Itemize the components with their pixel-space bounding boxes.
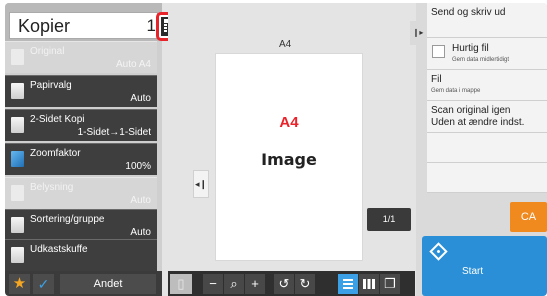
copy-count-field[interactable]: 1 bbox=[105, 16, 158, 36]
mode-title-box: Kopier 1 bbox=[9, 12, 158, 39]
menu-original-value: Auto A4 bbox=[115, 59, 151, 70]
start-button[interactable]: Start bbox=[422, 236, 547, 296]
menu-paper-select[interactable]: Papirvalg Auto bbox=[5, 75, 157, 107]
copier-screen: Kopier 1 Original Auto A4 Papirvalg Auto… bbox=[5, 3, 547, 296]
original-icon bbox=[11, 49, 24, 65]
menu-sort-label: Sortering/gruppe bbox=[30, 214, 105, 225]
mode-title: Kopier bbox=[18, 16, 71, 36]
empty-action-slot bbox=[427, 133, 547, 163]
quick-file-option[interactable]: Hurtig fil Gem data midlertidigt bbox=[427, 38, 547, 70]
send-and-print-label: Send og skriv ud bbox=[431, 7, 506, 18]
menu-duplex[interactable]: 2-Sidet Kopi 1-Sidet→1-Sidet bbox=[5, 109, 157, 141]
paper-size-label: A4 bbox=[279, 39, 292, 50]
paper-preview: A4 Image bbox=[215, 53, 363, 261]
zoom-in-icon[interactable]: + bbox=[245, 274, 265, 294]
paper-preview-size-text: A4 bbox=[279, 114, 299, 131]
list-view-icon[interactable] bbox=[338, 274, 358, 294]
rescan-line1: Scan original igen bbox=[431, 105, 511, 116]
output-tray-icon bbox=[11, 247, 24, 263]
duplex-icon bbox=[11, 117, 24, 133]
menu-exposure: Belysning Auto bbox=[5, 177, 157, 209]
menu-output-tray-label: Udkastskuffe bbox=[30, 244, 88, 255]
rescan-option[interactable]: Scan original igen Uden at ændre indst. bbox=[427, 101, 547, 133]
expand-action-panel-icon[interactable]: ❙▸ bbox=[410, 21, 426, 45]
menu-paper-select-value: Auto bbox=[130, 93, 151, 104]
title-bar: Kopier 1 bbox=[5, 3, 162, 41]
collapse-left-panel-icon[interactable]: ◂❙ bbox=[193, 170, 209, 198]
bottom-left-bar: ★ ✓ Andet bbox=[5, 271, 162, 296]
page-icon: ▯ bbox=[170, 274, 192, 294]
check-settings-button[interactable]: ✓ bbox=[33, 274, 54, 294]
file-title: Fil bbox=[431, 74, 442, 85]
menu-zoom-label: Zoomfaktor bbox=[30, 148, 81, 159]
rotate-right-icon[interactable]: ↻ bbox=[295, 274, 315, 294]
menu-original-label: Original bbox=[30, 46, 65, 57]
magnifier-icon[interactable]: ⌕ bbox=[224, 274, 244, 294]
quick-file-title: Hurtig fil bbox=[452, 43, 489, 54]
menu-exposure-label: Belysning bbox=[30, 182, 74, 193]
menu-zoom[interactable]: Zoomfaktor 100% bbox=[5, 143, 157, 175]
paper-preview-image-text: Image bbox=[261, 150, 317, 169]
sort-icon bbox=[11, 217, 24, 233]
start-label: Start bbox=[462, 266, 484, 277]
file-option[interactable]: Fil Gem data i mappe bbox=[427, 70, 547, 101]
menu-sort-value: Auto bbox=[130, 227, 151, 238]
preview-toolbar: ▯ − ⌕ + ↺ ↻ ❐ bbox=[168, 271, 415, 296]
menu-zoom-value: 100% bbox=[125, 161, 151, 172]
menu-sort[interactable]: Sortering/gruppe Auto bbox=[5, 209, 157, 241]
andet-button[interactable]: Andet bbox=[60, 274, 156, 294]
multi-page-view-icon[interactable]: ❐ bbox=[380, 274, 400, 294]
menu-exposure-value: Auto bbox=[130, 195, 151, 206]
file-subtitle: Gem data i mappe bbox=[431, 88, 481, 94]
menu-output-tray[interactable]: Udkastskuffe bbox=[5, 239, 157, 271]
empty-action-slot bbox=[427, 163, 547, 193]
settings-panel: Kopier 1 Original Auto A4 Papirvalg Auto… bbox=[5, 3, 162, 296]
quick-file-checkbox[interactable] bbox=[432, 45, 445, 58]
grid-view-icon[interactable] bbox=[359, 274, 379, 294]
favorite-star-button[interactable]: ★ bbox=[9, 274, 30, 294]
send-and-print-button[interactable]: Send og skriv ud bbox=[427, 3, 547, 38]
menu-original: Original Auto A4 bbox=[5, 41, 157, 73]
page-counter: 1/1 bbox=[367, 208, 411, 231]
zoom-icon bbox=[11, 151, 24, 167]
start-icon bbox=[429, 242, 448, 261]
zoom-out-icon[interactable]: − bbox=[203, 274, 223, 294]
rescan-line2: Uden at ændre indst. bbox=[431, 117, 525, 128]
quick-file-subtitle: Gem data midlertidigt bbox=[452, 57, 510, 63]
menu-duplex-label: 2-Sidet Kopi bbox=[30, 114, 85, 125]
exposure-icon bbox=[11, 185, 24, 201]
menu-paper-select-label: Papirvalg bbox=[30, 80, 72, 91]
paper-select-icon bbox=[11, 83, 24, 99]
ca-clear-all-button[interactable]: CA bbox=[510, 202, 547, 232]
rotate-left-icon[interactable]: ↺ bbox=[274, 274, 294, 294]
menu-duplex-value: 1-Sidet→1-Sidet bbox=[77, 127, 151, 138]
